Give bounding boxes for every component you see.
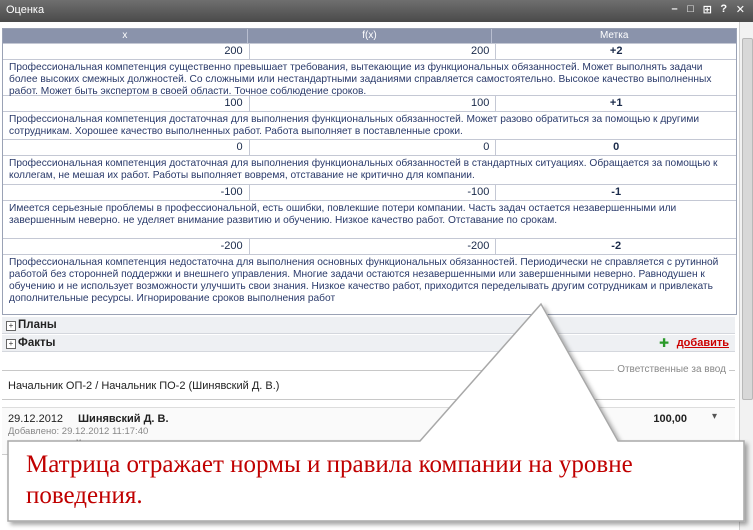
callout-text: Матрица отражает нормы и правила компани…	[26, 451, 633, 509]
expand-plus-icon[interactable]: +	[6, 339, 16, 349]
cell-mark: +1	[609, 97, 623, 109]
responsible-legend: Ответственные за ввод	[614, 364, 729, 375]
responsible-value: Начальник ОП-2 / Начальник ПО-2 (Шинявск…	[8, 380, 280, 392]
column-header-x[interactable]: x	[3, 29, 248, 43]
section-plans[interactable]: + Планы	[2, 317, 735, 334]
cell-mark: -1	[611, 186, 622, 198]
expand-plus-icon[interactable]: +	[6, 321, 16, 331]
cell-fx: -200	[250, 239, 497, 254]
add-icon[interactable]: ✚	[659, 336, 669, 350]
evaluation-matrix: x f(x) Метка 200 200 +2 Профессиональная…	[2, 28, 737, 315]
matrix-description: Профессиональная компетенция достаточная…	[3, 155, 736, 184]
restore-icon[interactable]: ⊞	[703, 3, 712, 16]
cell-fx: 0	[250, 140, 497, 155]
column-header-fx[interactable]: f(x)	[248, 29, 493, 43]
cell-fx: 100	[250, 96, 497, 111]
maximize-icon[interactable]: □	[687, 3, 695, 16]
fact-author: Шинявский Д. В.	[78, 413, 169, 425]
window-title: Оценка	[6, 4, 45, 16]
cell-x: 100	[3, 96, 250, 111]
vertical-scrollbar[interactable]	[739, 22, 753, 530]
column-header-mark[interactable]: Метка	[492, 29, 736, 43]
cell-x: -200	[3, 239, 250, 254]
matrix-value-row[interactable]: -200 -200 -2	[3, 238, 736, 254]
help-icon[interactable]: ?	[720, 3, 728, 16]
responsible-fieldset: Ответственные за ввод Начальник ОП-2 / Н…	[2, 364, 735, 400]
matrix-description: Имеется серьезные проблемы в профессиона…	[3, 200, 736, 238]
cell-mark: +2	[609, 45, 623, 57]
window-titlebar: Оценка – □ ⊞ ? ✕	[0, 0, 753, 22]
minimize-icon[interactable]: –	[671, 3, 679, 16]
matrix-value-row[interactable]: 100 100 +1	[3, 95, 736, 111]
matrix-description: Профессиональная компетенция достаточная…	[3, 111, 736, 139]
cell-fx: 200	[250, 44, 497, 59]
cell-x: 0	[3, 140, 250, 155]
matrix-description: Профессиональная компетенция недостаточн…	[3, 254, 736, 314]
section-facts-label: Факты	[18, 337, 56, 349]
cell-x: 200	[3, 44, 250, 59]
close-icon[interactable]: ✕	[736, 3, 745, 16]
cell-mark: -2	[611, 240, 622, 252]
scrollbar-thumb[interactable]	[742, 38, 753, 400]
fact-entry[interactable]: 29.12.2012 Шинявский Д. В. Добавлено: 29…	[2, 407, 735, 455]
matrix-value-row[interactable]: -100 -100 -1	[3, 184, 736, 200]
fact-date: 29.12.2012	[8, 413, 64, 425]
window-controls: – □ ⊞ ? ✕	[671, 3, 746, 16]
section-facts[interactable]: + Факты ✚ добавить	[2, 335, 735, 352]
fact-added-timestamp: Добавлено: 29.12.2012 11:17:40	[8, 426, 149, 437]
cell-fx: -100	[250, 185, 497, 200]
matrix-value-row[interactable]: 0 0 0	[3, 139, 736, 155]
cell-x: -100	[3, 185, 250, 200]
matrix-description: Профессиональная компетенция существенно…	[3, 59, 736, 97]
matrix-value-row[interactable]: 200 200 +2	[3, 43, 736, 59]
cell-mark: 0	[613, 141, 620, 153]
matrix-header: x f(x) Метка	[3, 29, 736, 43]
chevron-down-icon[interactable]: ▾	[712, 411, 717, 422]
section-plans-label: Планы	[18, 319, 57, 331]
add-fact-link[interactable]: добавить	[677, 337, 729, 349]
fact-amount: 100,00	[653, 413, 687, 425]
